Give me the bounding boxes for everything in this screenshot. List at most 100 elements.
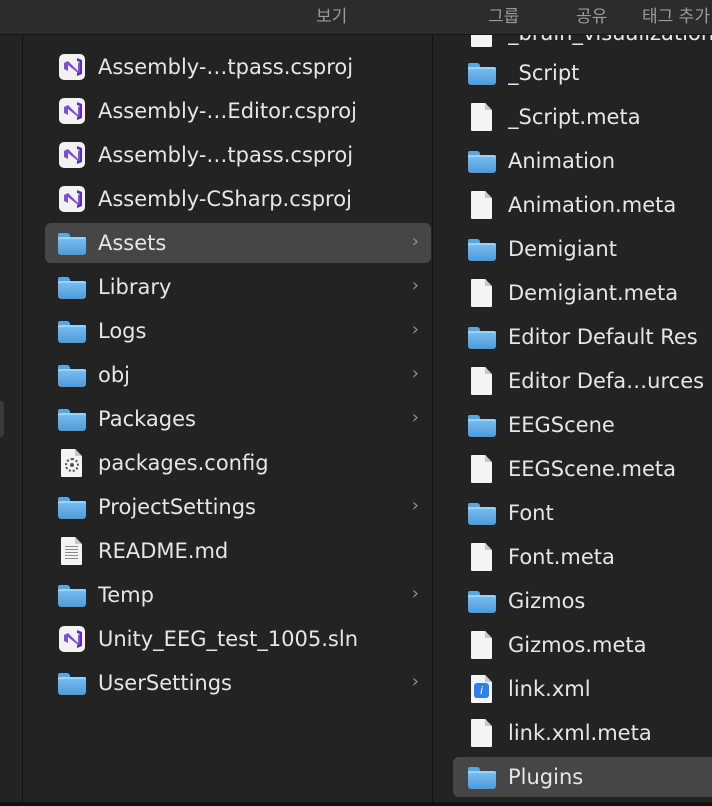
file-name: _brain_visualization bbox=[508, 35, 712, 45]
window-bottom-edge bbox=[0, 802, 712, 806]
file-name: link.xml.meta bbox=[508, 721, 652, 745]
file-row[interactable]: Library › bbox=[45, 267, 431, 307]
visual-studio-icon bbox=[57, 96, 87, 126]
file-name: Assembly-…tpass.csproj bbox=[98, 55, 354, 79]
file-name: packages.config bbox=[98, 451, 269, 475]
file-row[interactable]: Assembly-…tpass.csproj bbox=[45, 47, 431, 87]
file-row[interactable]: _brain_visualization bbox=[453, 35, 712, 53]
file-name: Library bbox=[98, 275, 172, 299]
file-name: Gizmos.meta bbox=[508, 633, 647, 657]
chevron-right-icon: › bbox=[411, 583, 419, 604]
folder-icon bbox=[467, 58, 497, 88]
share-button[interactable]: 공유 bbox=[576, 2, 607, 27]
document-icon bbox=[467, 190, 497, 220]
file-row[interactable]: Assembly-…Editor.csproj bbox=[45, 91, 431, 131]
file-row[interactable]: i link.xml bbox=[453, 669, 712, 709]
file-row[interactable]: Gizmos.meta bbox=[453, 625, 712, 665]
file-row[interactable]: obj › bbox=[45, 355, 431, 395]
file-row[interactable]: Packages › bbox=[45, 399, 431, 439]
folder-icon bbox=[467, 762, 497, 792]
file-name: Assets bbox=[98, 231, 167, 255]
folder-icon bbox=[57, 316, 87, 346]
file-name: UserSettings bbox=[98, 671, 232, 695]
document-icon bbox=[467, 366, 497, 396]
document-icon bbox=[467, 718, 497, 748]
view-menu-button[interactable]: 보기 bbox=[316, 2, 347, 27]
parent-column[interactable] bbox=[0, 35, 23, 802]
file-row[interactable]: Demigiant bbox=[453, 229, 712, 269]
file-name: link.xml bbox=[508, 677, 591, 701]
file-row[interactable]: Font.meta bbox=[453, 537, 712, 577]
file-name: Editor Defa…urces bbox=[508, 369, 705, 393]
config-file-icon bbox=[57, 448, 87, 478]
file-row[interactable]: Plugins bbox=[453, 757, 712, 797]
file-row[interactable]: Logs › bbox=[45, 311, 431, 351]
file-row[interactable]: _Script bbox=[453, 53, 712, 93]
chevron-right-icon: › bbox=[411, 319, 419, 340]
file-name: Animation bbox=[508, 149, 616, 173]
file-row[interactable]: Gizmos bbox=[453, 581, 712, 621]
file-row[interactable]: Demigiant.meta bbox=[453, 273, 712, 313]
document-icon bbox=[467, 102, 497, 132]
folder-icon bbox=[467, 410, 497, 440]
file-name: Assembly-…tpass.csproj bbox=[98, 143, 354, 167]
file-name: Editor Default Res bbox=[508, 325, 698, 349]
file-row[interactable]: ProjectSettings › bbox=[45, 487, 431, 527]
visual-studio-icon bbox=[57, 184, 87, 214]
folder-icon bbox=[57, 580, 87, 610]
file-name: EEGScene bbox=[508, 413, 615, 437]
chevron-right-icon: › bbox=[411, 231, 419, 252]
file-row[interactable]: Unity_EEG_test_1005.sln bbox=[45, 619, 431, 659]
add-tags-button[interactable]: 태그 추가 bbox=[642, 2, 710, 27]
folder-icon bbox=[467, 146, 497, 176]
folder-icon bbox=[57, 404, 87, 434]
chevron-right-icon: › bbox=[411, 363, 419, 384]
document-icon bbox=[467, 630, 497, 660]
file-name: Logs bbox=[98, 319, 147, 343]
folder-icon bbox=[57, 272, 87, 302]
file-row[interactable]: README.md bbox=[45, 531, 431, 571]
file-name: Assembly-CSharp.csproj bbox=[98, 187, 352, 211]
document-icon bbox=[467, 454, 497, 484]
folder-icon bbox=[57, 360, 87, 390]
visual-studio-icon bbox=[57, 140, 87, 170]
file-row[interactable]: Assets › bbox=[45, 223, 431, 263]
document-icon bbox=[467, 542, 497, 572]
file-row[interactable]: Animation.meta bbox=[453, 185, 712, 225]
group-menu-button[interactable]: 그룹 bbox=[488, 2, 519, 27]
file-row[interactable]: link.xml.meta bbox=[453, 713, 712, 753]
document-icon bbox=[467, 35, 497, 48]
file-row[interactable]: Assembly-…tpass.csproj bbox=[45, 135, 431, 175]
folder-icon bbox=[57, 492, 87, 522]
file-name: ProjectSettings bbox=[98, 495, 256, 519]
folder-icon bbox=[57, 668, 87, 698]
file-row[interactable]: Temp › bbox=[45, 575, 431, 615]
visual-studio-icon bbox=[57, 52, 87, 82]
visual-studio-icon bbox=[57, 624, 87, 654]
xml-file-icon: i bbox=[467, 674, 497, 704]
assets-column[interactable]: _brain_visualization _Script _Script.meta A… bbox=[433, 35, 712, 802]
file-name: README.md bbox=[98, 539, 229, 563]
file-row[interactable]: Editor Default Res bbox=[453, 317, 712, 357]
file-row[interactable]: Animation bbox=[453, 141, 712, 181]
file-row[interactable]: Assembly-CSharp.csproj bbox=[45, 179, 431, 219]
file-row[interactable]: Font bbox=[453, 493, 712, 533]
document-icon bbox=[467, 278, 497, 308]
file-row[interactable]: EEGScene bbox=[453, 405, 712, 445]
file-row[interactable]: EEGScene.meta bbox=[453, 449, 712, 489]
file-row[interactable]: packages.config bbox=[45, 443, 431, 483]
file-row[interactable]: UserSettings › bbox=[45, 663, 431, 703]
file-name: Font.meta bbox=[508, 545, 615, 569]
parent-selected-item[interactable] bbox=[0, 401, 4, 437]
file-name: Plugins bbox=[508, 765, 584, 789]
file-row[interactable]: Editor Defa…urces bbox=[453, 361, 712, 401]
file-name: Unity_EEG_test_1005.sln bbox=[98, 627, 359, 651]
chevron-right-icon: › bbox=[411, 407, 419, 428]
file-name: Demigiant.meta bbox=[508, 281, 679, 305]
chevron-right-icon: › bbox=[411, 671, 419, 692]
folder-icon bbox=[57, 228, 87, 258]
project-column[interactable]: Assembly-…tpass.csproj Assembly-…Editor.c… bbox=[23, 35, 433, 802]
file-row[interactable]: _Script.meta bbox=[453, 97, 712, 137]
file-name: Packages bbox=[98, 407, 196, 431]
file-name: Demigiant bbox=[508, 237, 617, 261]
